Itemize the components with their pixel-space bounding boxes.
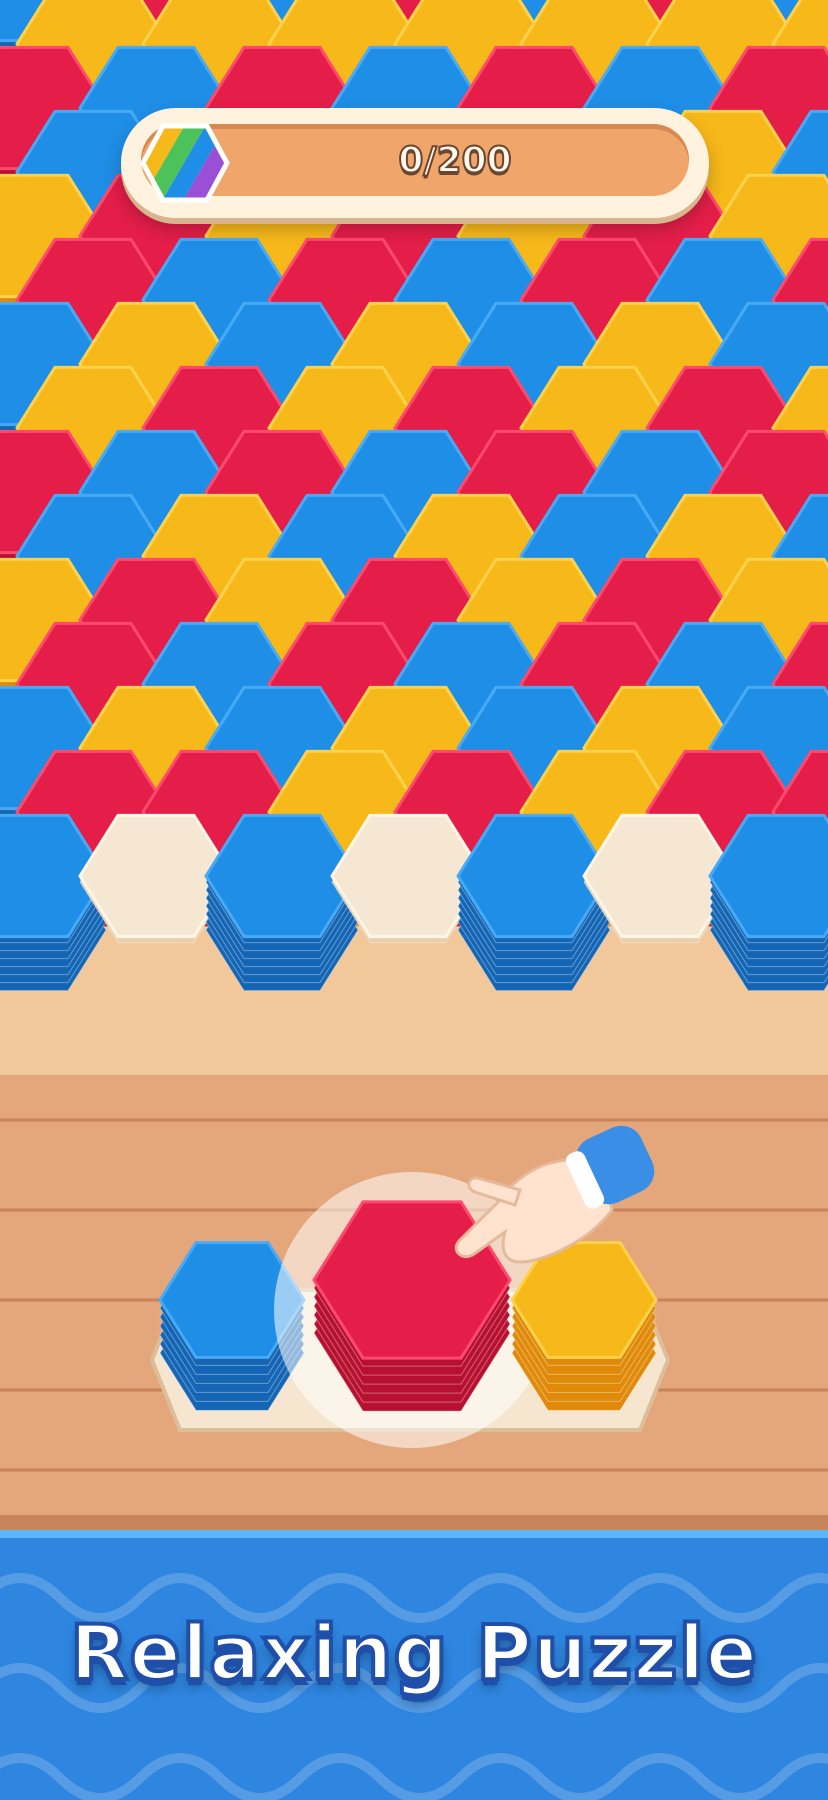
- banner-title: Relaxing Puzzle: [68, 1606, 759, 1699]
- hex-tile-blue: [456, 813, 612, 992]
- progress-bar: 0/200: [121, 108, 709, 218]
- hex-tile-blue: [204, 813, 360, 992]
- tray-stack-yellow[interactable]: [510, 1241, 658, 1411]
- hex-grid: [0, 0, 828, 1540]
- game-board[interactable]: [0, 0, 828, 1792]
- rainbow-hexagon-icon: [140, 123, 230, 203]
